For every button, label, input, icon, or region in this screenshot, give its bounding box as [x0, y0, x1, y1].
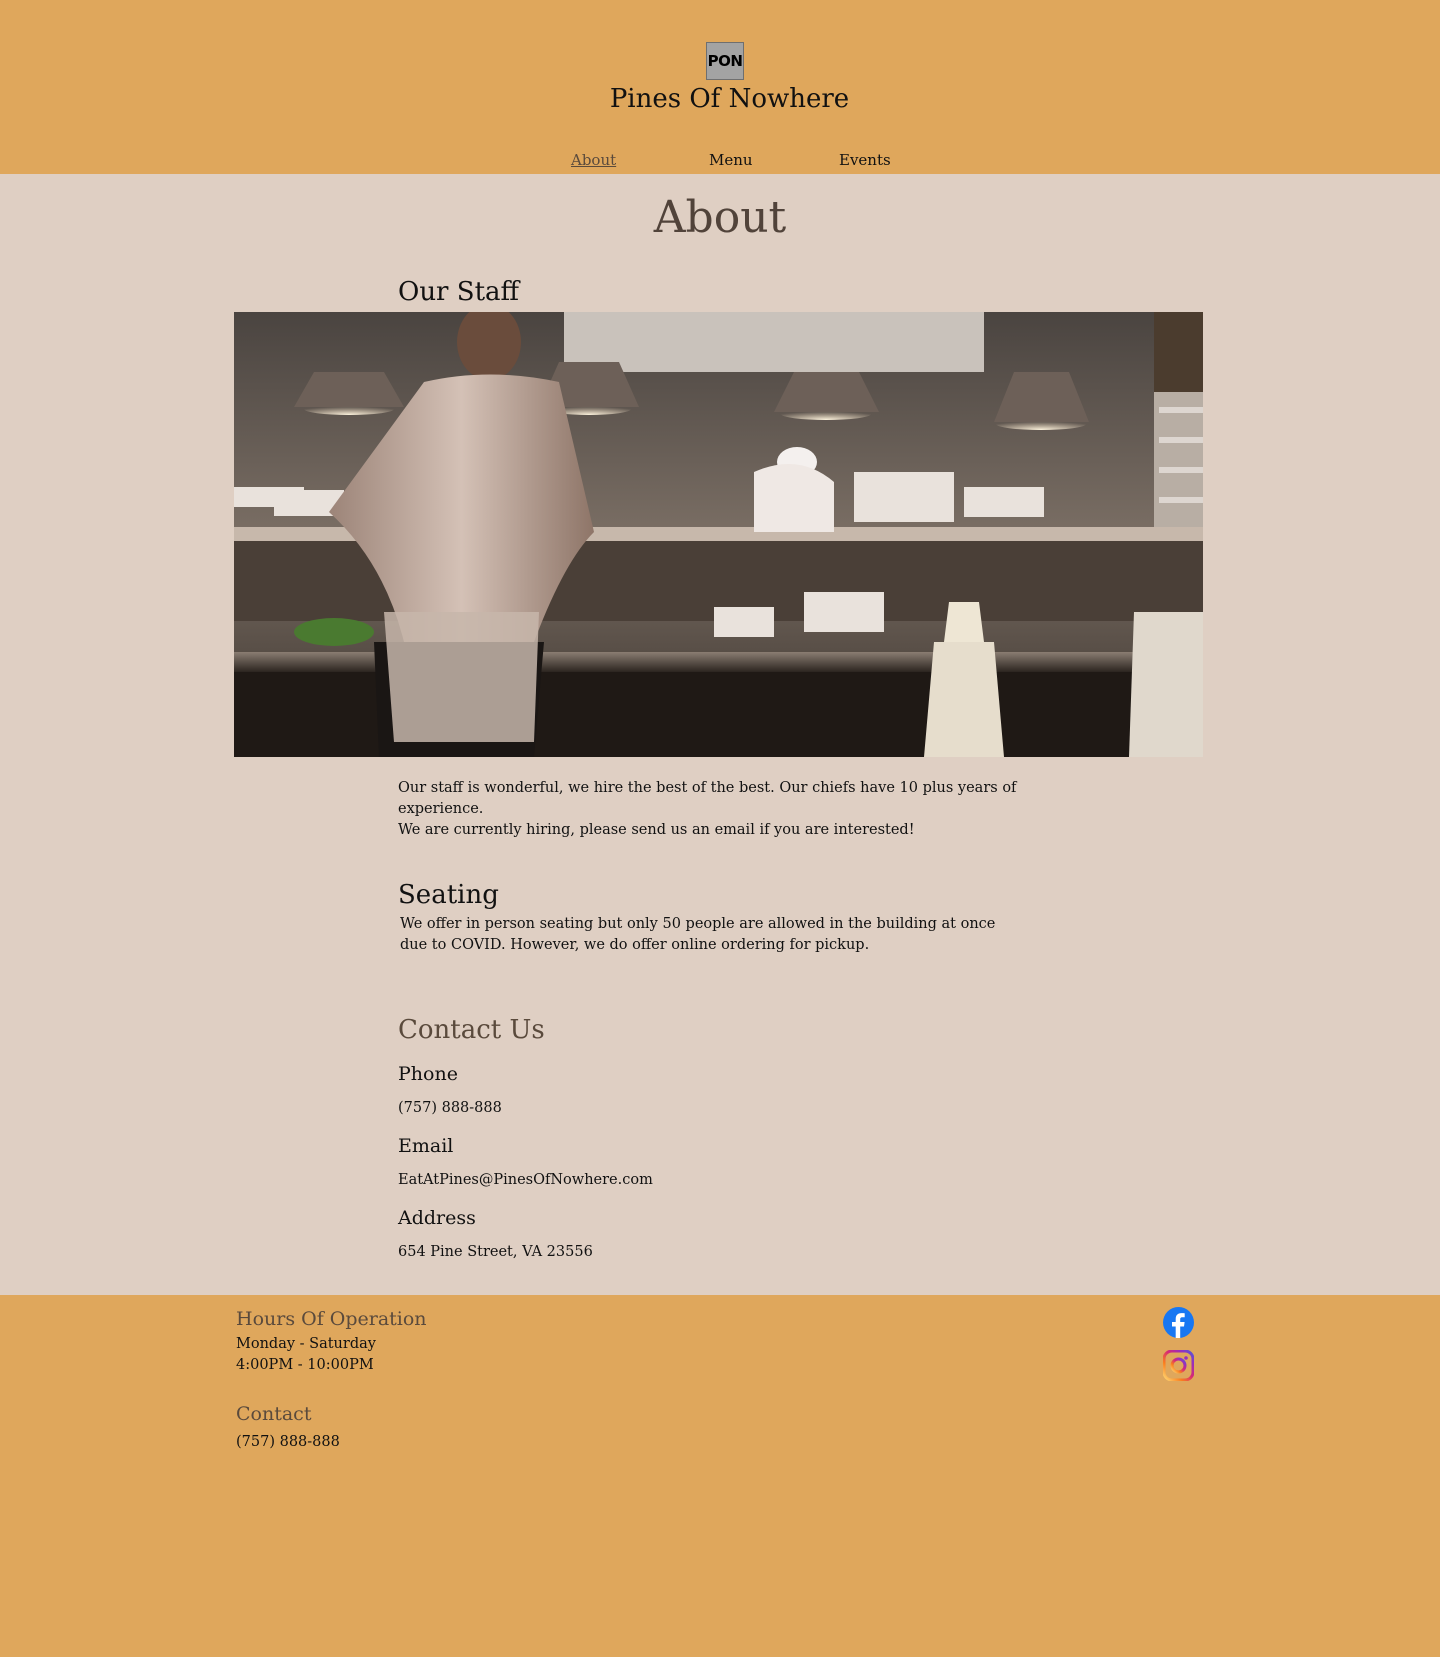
phone-value: (757) 888-888: [398, 1100, 502, 1116]
contact-us-heading: Contact Us: [398, 1015, 545, 1045]
instagram-icon[interactable]: [1162, 1349, 1195, 1382]
page-title: About: [653, 192, 787, 243]
hours-days: Monday - Saturday: [236, 1336, 376, 1352]
nav-link-menu[interactable]: Menu: [709, 151, 753, 169]
main-content: About Our Staff Our staff is wonderful, …: [0, 174, 1440, 1295]
site-logo[interactable]: PON: [706, 42, 744, 80]
hours-time: 4:00PM - 10:00PM: [236, 1357, 374, 1373]
seating-heading: Seating: [398, 880, 499, 910]
address-label: Address: [398, 1207, 476, 1229]
staff-heading: Our Staff: [398, 277, 519, 307]
seating-description: We offer in person seating but only 50 p…: [400, 916, 996, 953]
site-header: PON Pines Of Nowhere About Menu Events: [0, 0, 1440, 174]
kitchen-staff-photo: [234, 312, 1203, 757]
staff-description-line-2: We are currently hiring, please send us …: [398, 822, 915, 838]
staff-description-line-1: Our staff is wonderful, we hire the best…: [398, 780, 1017, 817]
staff-description: Our staff is wonderful, we hire the best…: [398, 778, 1078, 841]
nav-link-about[interactable]: About: [571, 151, 616, 169]
footer-phone: (757) 888-888: [236, 1434, 340, 1450]
logo-text: PON: [707, 52, 743, 70]
nav-link-events[interactable]: Events: [839, 151, 891, 169]
site-title: Pines Of Nowhere: [609, 84, 850, 114]
footer-contact-heading: Contact: [236, 1403, 312, 1425]
facebook-icon[interactable]: [1163, 1307, 1194, 1338]
address-value: 654 Pine Street, VA 23556: [398, 1244, 593, 1260]
site-footer: Hours Of Operation Monday - Saturday 4:0…: [0, 1295, 1440, 1657]
phone-label: Phone: [398, 1063, 458, 1085]
hours-heading: Hours Of Operation: [236, 1308, 427, 1330]
email-value: EatAtPines@PinesOfNowhere.com: [398, 1172, 653, 1188]
email-label: Email: [398, 1135, 454, 1157]
